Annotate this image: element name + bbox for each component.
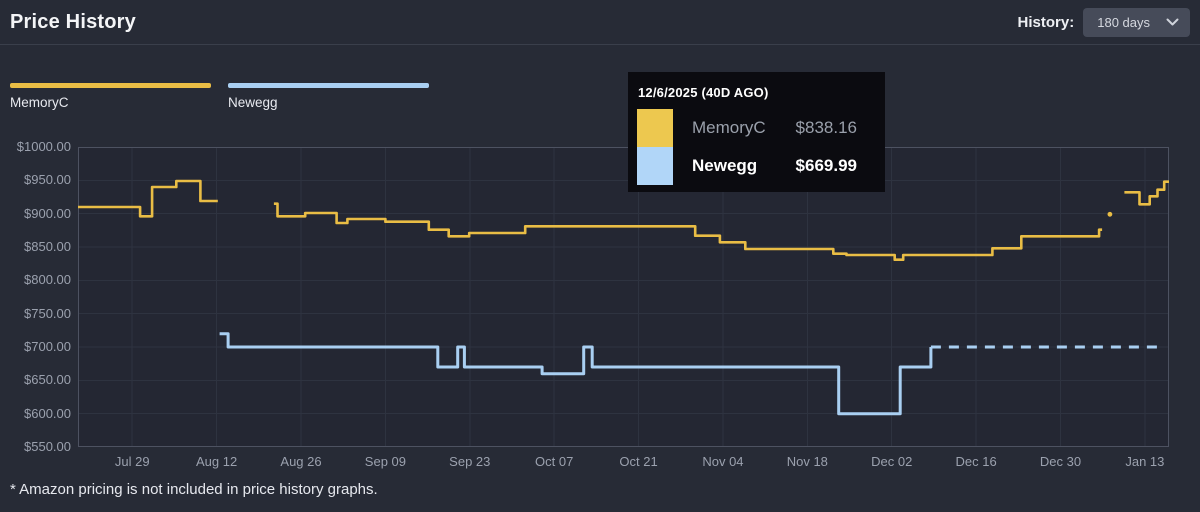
y-tick-label: $950.00 [0, 172, 71, 188]
history-control: History: 180 days [1018, 8, 1190, 37]
y-tick-label: $550.00 [0, 439, 71, 455]
header-divider [0, 44, 1200, 45]
amazon-disclaimer: * Amazon pricing is not included in pric… [10, 481, 378, 498]
panel-header: Price History History: 180 days [0, 0, 1200, 44]
x-tick-label: Nov 18 [762, 454, 852, 470]
x-tick-label: Sep 23 [425, 454, 515, 470]
tooltip-row-newegg: Newegg$669.99 [628, 147, 885, 185]
tooltip-swatch [637, 147, 673, 185]
legend-item-memoryc[interactable]: MemoryC [10, 83, 211, 110]
chart-tooltip: 12/6/2025 (40D AGO) MemoryC$838.16Newegg… [628, 72, 885, 192]
chart-legend: MemoryC Newegg [10, 83, 429, 110]
tooltip-price: $838.16 [796, 118, 857, 138]
price-history-panel: Price History History: 180 days MemoryC N… [0, 0, 1200, 512]
tooltip-swatch [637, 109, 673, 147]
legend-label: MemoryC [10, 95, 211, 110]
tooltip-date: 12/6/2025 (40D AGO) [628, 72, 885, 109]
x-tick-label: Oct 21 [594, 454, 684, 470]
y-tick-label: $800.00 [0, 272, 71, 288]
x-tick-label: Aug 12 [172, 454, 262, 470]
y-tick-label: $850.00 [0, 239, 71, 255]
x-tick-label: Sep 09 [340, 454, 430, 470]
legend-swatch [228, 83, 429, 88]
x-tick-label: Nov 04 [678, 454, 768, 470]
y-tick-label: $600.00 [0, 406, 71, 422]
x-tick-label: Aug 26 [256, 454, 346, 470]
x-tick-label: Dec 02 [847, 454, 937, 470]
tooltip-seller: Newegg [692, 156, 796, 176]
x-tick-label: Dec 30 [1016, 454, 1106, 470]
tooltip-price: $669.99 [796, 156, 857, 176]
y-tick-label: $1000.00 [0, 139, 71, 155]
chevron-down-icon [1166, 18, 1179, 26]
y-tick-label: $750.00 [0, 306, 71, 322]
history-select[interactable]: 180 days [1083, 8, 1190, 37]
x-tick-label: Dec 16 [931, 454, 1021, 470]
x-tick-label: Jul 29 [87, 454, 177, 470]
y-tick-label: $900.00 [0, 206, 71, 222]
y-tick-label: $650.00 [0, 372, 71, 388]
memoryc-point [1108, 212, 1113, 217]
history-label: History: [1018, 14, 1075, 31]
tooltip-rows: MemoryC$838.16Newegg$669.99 [628, 109, 885, 185]
x-tick-label: Jan 13 [1100, 454, 1190, 470]
tooltip-row-memoryc: MemoryC$838.16 [628, 109, 885, 147]
y-tick-label: $700.00 [0, 339, 71, 355]
price-chart-plot[interactable] [78, 147, 1169, 447]
legend-swatch [10, 83, 211, 88]
legend-item-newegg[interactable]: Newegg [228, 83, 429, 110]
page-title: Price History [10, 11, 136, 34]
tooltip-seller: MemoryC [692, 118, 796, 138]
history-select-value: 180 days [1097, 15, 1150, 30]
x-tick-label: Oct 07 [509, 454, 599, 470]
legend-label: Newegg [228, 95, 429, 110]
